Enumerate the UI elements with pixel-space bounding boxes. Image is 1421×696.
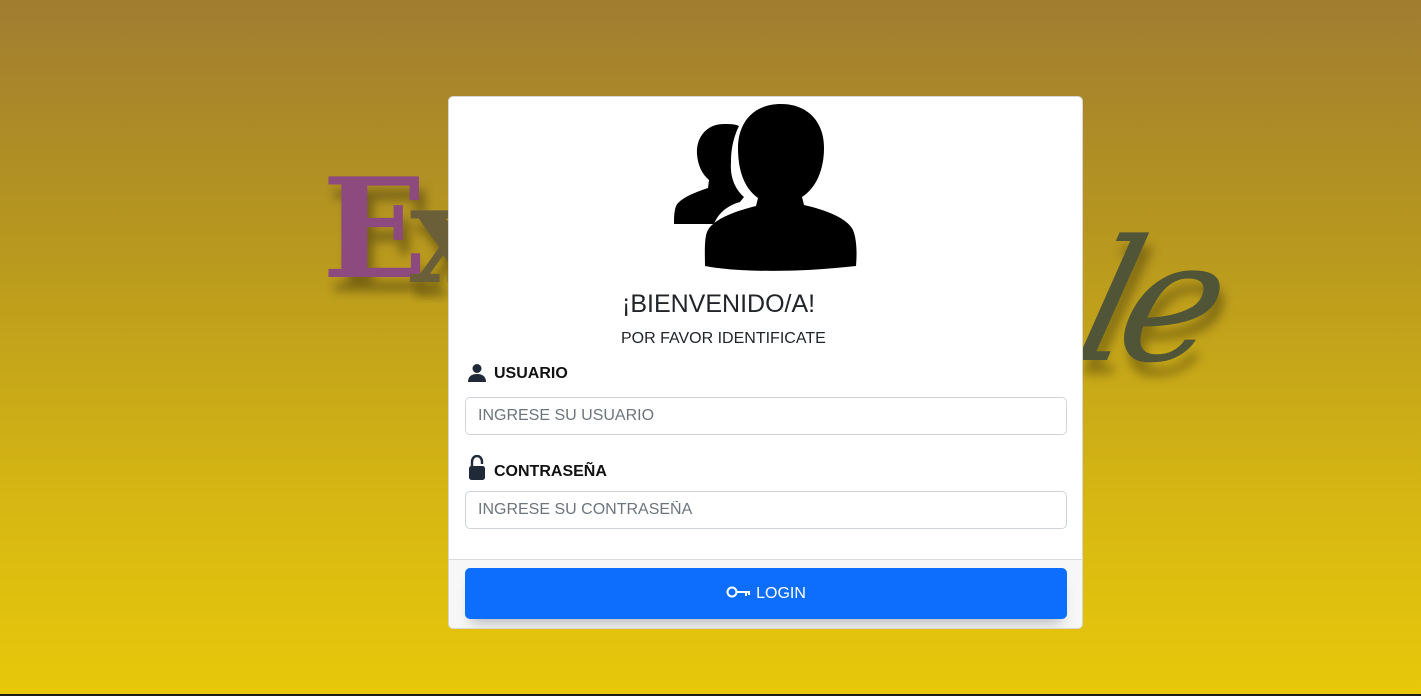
password-label-text: CONTRASEÑA xyxy=(494,463,607,480)
login-button[interactable]: LOGIN xyxy=(465,568,1067,619)
welcome-title: ¡BIENVENIDO/A! xyxy=(622,290,816,318)
login-card: ¡BIENVENIDO/A! POR FAVOR IDENTIFICATE US… xyxy=(448,96,1083,629)
background-logo-script: le xyxy=(1060,204,1235,400)
username-label: USUARIO xyxy=(467,363,568,383)
background-logo-partial: x xyxy=(410,165,450,303)
user-icon xyxy=(468,364,486,382)
login-button-label: LOGIN xyxy=(756,584,806,602)
password-input[interactable] xyxy=(465,491,1067,529)
welcome-subtitle: POR FAVOR IDENTIFICATE xyxy=(621,330,826,347)
users-avatar-icon xyxy=(674,104,857,271)
username-label-text: USUARIO xyxy=(494,365,568,382)
username-input[interactable] xyxy=(465,397,1067,435)
card-footer: LOGIN xyxy=(449,559,1082,628)
password-label: CONTRASEÑA xyxy=(467,455,607,481)
lock-icon xyxy=(469,455,485,480)
key-icon xyxy=(726,586,751,597)
